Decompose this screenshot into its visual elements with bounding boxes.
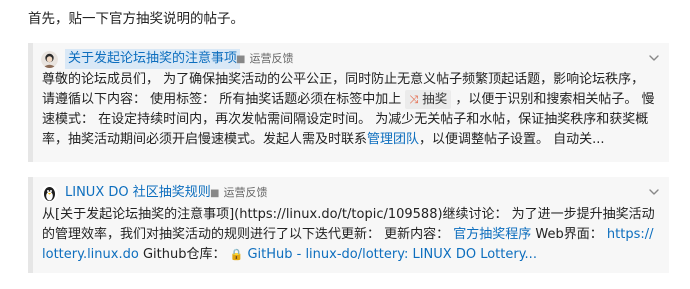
intro-text: 首先，贴一下官方抽奖说明的帖子。 bbox=[28, 11, 244, 27]
card-excerpt: 尊敬的论坛成员们， 为了确保抽奖活动的公平公正，同时防止无意义帖子频繁顶起话题，… bbox=[42, 70, 657, 150]
card-header: 关于发起论坛抽奖的注意事项 ■ 运营反馈 bbox=[33, 43, 669, 73]
card-title-link[interactable]: LINUX DO 社区抽奖规则 bbox=[65, 183, 211, 203]
excerpt-text: Github仓库： bbox=[138, 247, 230, 262]
category-badge[interactable]: ■ 运营反馈 bbox=[210, 185, 268, 202]
github-repo-link[interactable]: GitHub - linux-do/lottery: LINUX DO Lott… bbox=[247, 247, 537, 262]
chevron-down-icon[interactable] bbox=[648, 52, 660, 64]
tag-label: 抽奖 bbox=[422, 91, 448, 106]
category-icon: ■ bbox=[210, 188, 220, 199]
category-label: 运营反馈 bbox=[249, 52, 294, 65]
card-title-link[interactable]: 关于发起论坛抽奖的注意事项 bbox=[65, 49, 241, 69]
chevron-down-icon[interactable] bbox=[648, 186, 660, 198]
excerpt-text: Web界面： bbox=[531, 227, 607, 242]
card-header: LINUX DO 社区抽奖规则 ■ 运营反馈 bbox=[33, 177, 669, 207]
card-excerpt: 从[关于发起论坛抽奖的注意事项](https://linux.do/t/topi… bbox=[42, 205, 657, 265]
excerpt-text: ，以便调整帖子设置。 自动关... bbox=[419, 132, 605, 147]
category-icon: ■ bbox=[236, 54, 246, 65]
quote-card[interactable]: LINUX DO 社区抽奖规则 ■ 运营反馈 从[关于发起论坛抽奖的注意事项](… bbox=[28, 177, 669, 273]
tag-chip[interactable]: ⤨ 抽奖 bbox=[405, 90, 452, 109]
lock-icon: 🔒 bbox=[229, 248, 244, 261]
lottery-program-link[interactable]: 官方抽奖程序 bbox=[453, 227, 531, 242]
category-label: 运营反馈 bbox=[223, 186, 268, 199]
quote-card[interactable]: 关于发起论坛抽奖的注意事项 ■ 运营反馈 尊敬的论坛成员们， 为了确保抽奖活动的… bbox=[28, 43, 669, 162]
shuffle-icon: ⤨ bbox=[409, 93, 419, 106]
avatar[interactable] bbox=[41, 51, 58, 68]
category-badge[interactable]: ■ 运营反馈 bbox=[236, 51, 294, 68]
avatar[interactable] bbox=[41, 185, 58, 202]
admin-team-link[interactable]: 管理团队 bbox=[367, 132, 419, 147]
